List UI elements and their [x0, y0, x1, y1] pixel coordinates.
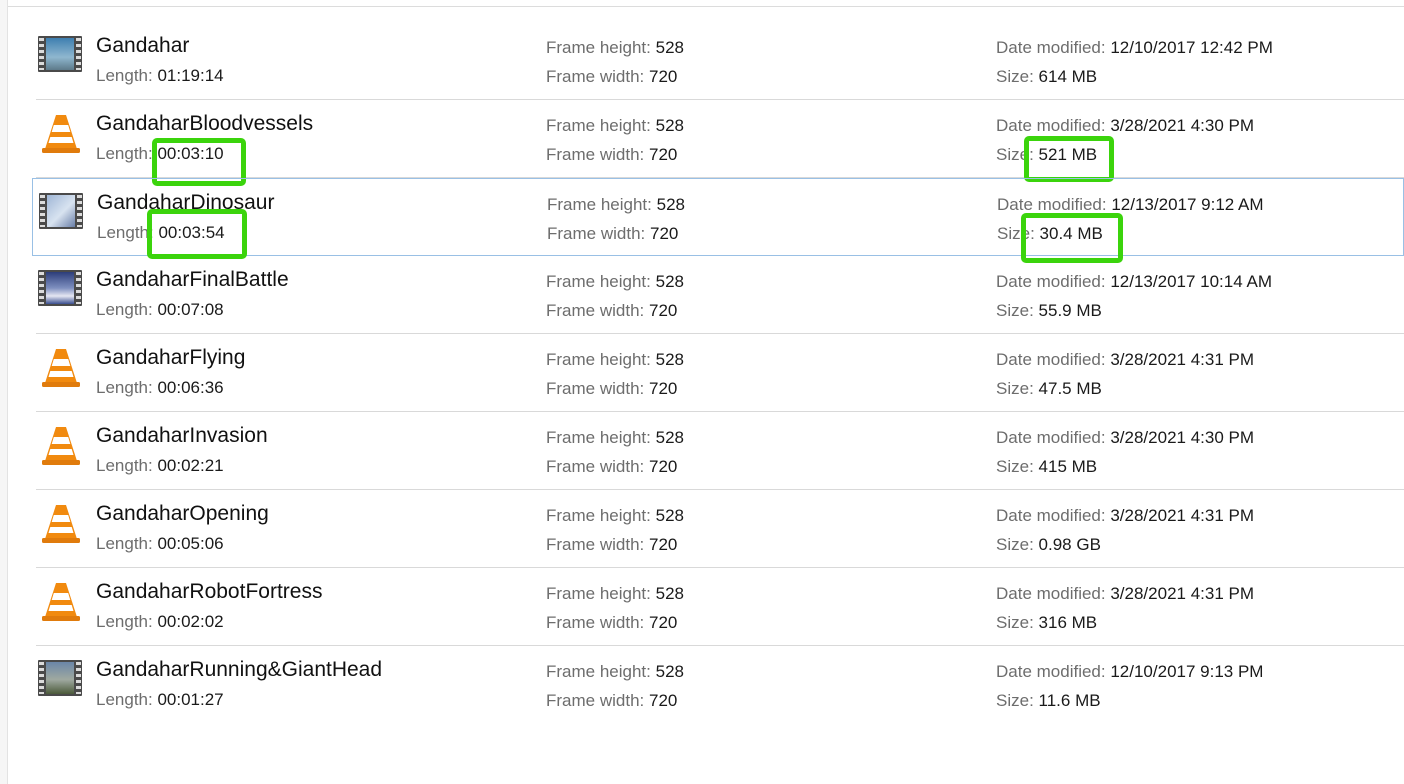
file-row-gandahardinosaur[interactable]: GandaharDinosaur Length: 00:03:54 Frame … — [32, 178, 1404, 263]
frame-width-field: Frame width: 720 — [546, 535, 678, 554]
size-value: 415 MB — [1038, 457, 1098, 476]
length-value: 00:03:10 — [157, 144, 224, 163]
frame-height-field: Frame height: 528 — [546, 38, 684, 57]
file-row-gandahar[interactable]: Gandahar Length: 01:19:14 Frame height: … — [36, 22, 1404, 100]
file-name: GandaharRobotFortress — [96, 580, 323, 603]
length-field: Length: 00:02:02 — [96, 612, 224, 631]
date-modified-field: Date modified: 12/10/2017 9:13 PM — [996, 662, 1264, 681]
file-name: GandaharFinalBattle — [96, 268, 289, 291]
vlc-cone-icon — [38, 426, 82, 465]
size-field: Size: 415 MB — [996, 457, 1098, 476]
size-field: Size: 47.5 MB — [996, 379, 1102, 398]
file-row-gandaharfinalbattle[interactable]: GandaharFinalBattle Length: 00:07:08 Fra… — [36, 256, 1404, 334]
frame-height-field: Frame height: 528 — [546, 584, 684, 603]
file-list: Gandahar Length: 01:19:14 Frame height: … — [32, 22, 1404, 724]
frame-width-field: Frame width: 720 — [546, 379, 678, 398]
file-name: GandaharOpening — [96, 502, 269, 525]
size-value: 316 MB — [1038, 613, 1098, 632]
length-field: Length: 00:06:36 — [96, 378, 224, 397]
navigation-pane-edge[interactable] — [0, 0, 8, 784]
size-field: Size: 11.6 MB — [996, 691, 1101, 710]
frame-height-field: Frame height: 528 — [546, 116, 684, 135]
video-thumbnail-icon — [38, 270, 82, 306]
file-row-gandaharrunning-gianthead[interactable]: GandaharRunning&GiantHead Length: 00:01:… — [36, 646, 1404, 724]
date-modified-field: Date modified: 12/10/2017 12:42 PM — [996, 38, 1273, 57]
frame-width-field: Frame width: 720 — [546, 613, 678, 632]
vlc-cone-icon — [38, 504, 82, 543]
size-field: Size: 614 MB — [996, 67, 1098, 86]
frame-height-field: Frame height: 528 — [546, 350, 684, 369]
frame-width-field: Frame width: 720 — [546, 691, 678, 710]
file-row-gandaharflying[interactable]: GandaharFlying Length: 00:06:36 Frame he… — [36, 334, 1404, 412]
size-field: Size: 316 MB — [996, 613, 1098, 632]
file-row-gandaharrobotfortress[interactable]: GandaharRobotFortress Length: 00:02:02 F… — [36, 568, 1404, 646]
size-value: 521 MB — [1038, 145, 1098, 164]
video-thumbnail-icon — [38, 36, 82, 72]
top-border — [0, 0, 1404, 7]
date-modified-field: Date modified: 3/28/2021 4:30 PM — [996, 428, 1255, 447]
file-row-gandaharinvasion[interactable]: GandaharInvasion Length: 00:02:21 Frame … — [36, 412, 1404, 490]
length-field: Length: 00:01:27 — [96, 690, 224, 709]
length-value: 00:05:06 — [157, 534, 224, 553]
size-field: Size: 55.9 MB — [996, 301, 1102, 320]
size-value: 30.4 MB — [1039, 224, 1103, 243]
length-value: 01:19:14 — [157, 66, 224, 85]
video-thumbnail-icon — [39, 193, 83, 229]
frame-width-field: Frame width: 720 — [547, 224, 679, 243]
frame-height-field: Frame height: 528 — [546, 662, 684, 681]
frame-height-field: Frame height: 528 — [546, 272, 684, 291]
file-explorer-window: Gandahar Length: 01:19:14 Frame height: … — [0, 0, 1404, 784]
length-field: Length: 00:07:08 — [96, 300, 224, 319]
length-value: 00:07:08 — [157, 300, 224, 319]
date-modified-field: Date modified: 3/28/2021 4:30 PM — [996, 116, 1255, 135]
length-value: 00:06:36 — [157, 378, 224, 397]
length-value: 00:02:02 — [157, 612, 224, 631]
date-modified-field: Date modified: 12/13/2017 10:14 AM — [996, 272, 1272, 291]
frame-width-field: Frame width: 720 — [546, 457, 678, 476]
frame-width-field: Frame width: 720 — [546, 301, 678, 320]
size-field: Size: 30.4 MB — [997, 224, 1103, 243]
size-value: 0.98 GB — [1038, 535, 1101, 554]
vlc-cone-icon — [38, 114, 82, 153]
date-modified-field: Date modified: 3/28/2021 4:31 PM — [996, 506, 1255, 525]
size-value: 614 MB — [1038, 67, 1098, 86]
vlc-cone-icon — [38, 348, 82, 387]
frame-width-field: Frame width: 720 — [546, 67, 678, 86]
length-field: Length: 00:02:21 — [96, 456, 224, 475]
vlc-cone-icon — [38, 582, 82, 621]
size-value: 11.6 MB — [1038, 691, 1101, 710]
file-name: GandaharInvasion — [96, 424, 268, 447]
date-modified-field: Date modified: 3/28/2021 4:31 PM — [996, 584, 1255, 603]
length-value: 00:03:54 — [158, 223, 225, 242]
file-row-gandaharbloodvessels[interactable]: GandaharBloodvessels Length: 00:03:10 Fr… — [36, 100, 1404, 186]
size-value: 47.5 MB — [1038, 379, 1102, 398]
frame-width-field: Frame width: 720 — [546, 145, 678, 164]
length-field: Length: 00:05:06 — [96, 534, 224, 553]
length-field: Length: 00:03:54 — [97, 223, 225, 242]
file-name: GandaharDinosaur — [97, 191, 275, 214]
video-thumbnail-icon — [38, 660, 82, 696]
frame-height-field: Frame height: 528 — [547, 195, 685, 214]
file-name: GandaharRunning&GiantHead — [96, 658, 383, 681]
file-name: GandaharFlying — [96, 346, 246, 369]
length-value: 00:02:21 — [157, 456, 224, 475]
file-row-gandaharopening[interactable]: GandaharOpening Length: 00:05:06 Frame h… — [36, 490, 1404, 568]
frame-height-field: Frame height: 528 — [546, 428, 684, 447]
size-field: Size: 0.98 GB — [996, 535, 1101, 554]
file-name: Gandahar — [96, 34, 190, 57]
file-name: GandaharBloodvessels — [96, 112, 314, 135]
size-field: Size: 521 MB — [996, 145, 1098, 164]
size-value: 55.9 MB — [1038, 301, 1102, 320]
date-modified-field: Date modified: 3/28/2021 4:31 PM — [996, 350, 1255, 369]
frame-height-field: Frame height: 528 — [546, 506, 684, 525]
length-value: 00:01:27 — [157, 690, 224, 709]
length-field: Length: 01:19:14 — [96, 66, 224, 85]
length-field: Length: 00:03:10 — [96, 144, 224, 163]
date-modified-field: Date modified: 12/13/2017 9:12 AM — [997, 195, 1264, 214]
